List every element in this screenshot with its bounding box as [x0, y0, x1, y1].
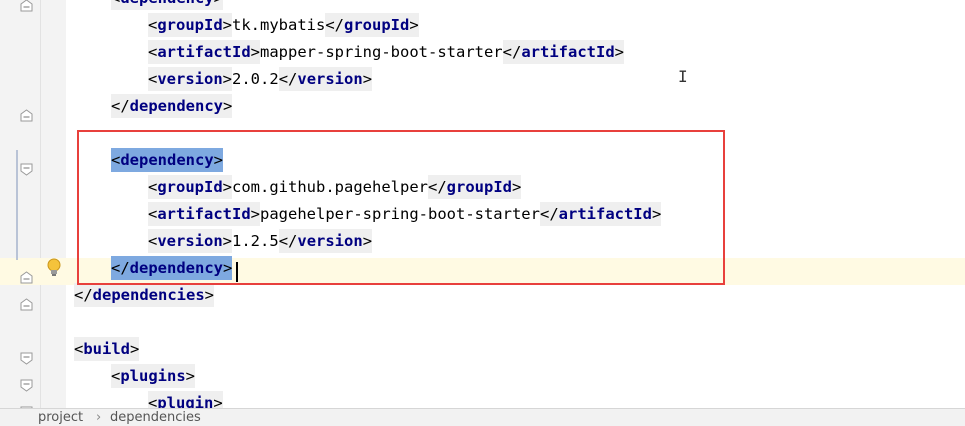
breadcrumb: project › dependencies: [0, 408, 965, 426]
xml-bracket: >: [130, 336, 140, 361]
code-line[interactable]: </dependency>: [111, 92, 233, 119]
xml-bracket: >: [185, 363, 196, 388]
xml-bracket: </: [74, 282, 93, 307]
xml-tag-name: dependency: [120, 0, 214, 10]
xml-bracket: <: [111, 0, 121, 10]
xml-bracket: >: [223, 93, 233, 118]
xml-bracket: <: [74, 336, 84, 361]
fold-icon[interactable]: [20, 163, 33, 176]
xml-bracket: >: [250, 39, 261, 64]
gutter-divider: [40, 0, 41, 408]
xml-text: tk.mybatis: [232, 15, 326, 34]
text-cursor-icon: I: [678, 67, 688, 86]
fold-icon[interactable]: [20, 0, 33, 12]
xml-tag-name: groupId: [344, 12, 410, 37]
change-marker[interactable]: [16, 150, 18, 260]
xml-bracket: </: [278, 66, 298, 91]
xml-bracket: >: [409, 12, 419, 37]
breadcrumb-item-dependencies[interactable]: dependencies: [110, 409, 201, 426]
xml-bracket: <: [111, 363, 121, 388]
xml-tag-name: artifactId: [157, 39, 251, 64]
annotation-box: [77, 130, 725, 285]
xml-tag-name: dependencies: [92, 282, 205, 307]
xml-bracket: >: [213, 0, 224, 10]
lightbulb-icon[interactable]: [46, 257, 62, 277]
xml-bracket: >: [362, 66, 373, 91]
code-line[interactable]: <version>2.0.2</version>: [148, 65, 373, 92]
editor-gutter: [0, 0, 66, 408]
xml-bracket: <: [148, 12, 158, 37]
code-line[interactable]: <groupId>tk.mybatis</groupId>: [148, 11, 419, 38]
xml-bracket: >: [222, 66, 233, 91]
fold-icon[interactable]: [20, 271, 33, 284]
xml-tag-name: dependency: [129, 93, 223, 118]
xml-bracket: </: [502, 39, 522, 64]
code-line[interactable]: <build>: [74, 335, 140, 362]
breadcrumb-separator: ›: [96, 410, 102, 425]
xml-bracket: >: [614, 39, 624, 64]
code-line[interactable]: </dependencies>: [74, 281, 214, 308]
xml-tag-name: plugins: [120, 363, 186, 388]
breadcrumb-item-project[interactable]: project: [38, 409, 83, 426]
code-line[interactable]: <plugins>: [111, 362, 196, 389]
xml-text: 2.0.2: [232, 69, 279, 88]
xml-tag-name: version: [297, 66, 363, 91]
fold-icon[interactable]: [20, 298, 33, 311]
xml-tag-name: version: [157, 66, 223, 91]
code-line[interactable]: <artifactId>mapper-spring-boot-starter</…: [148, 38, 624, 65]
fold-icon[interactable]: [20, 109, 33, 122]
xml-bracket: >: [222, 12, 233, 37]
xml-bracket: <: [148, 66, 158, 91]
xml-bracket: <: [148, 39, 158, 64]
xml-tag-name: artifactId: [521, 39, 615, 64]
fold-icon[interactable]: [20, 352, 33, 365]
xml-bracket: </: [111, 93, 130, 118]
xml-text: mapper-spring-boot-starter: [260, 42, 503, 61]
xml-tag-name: build: [83, 336, 131, 361]
xml-bracket: </: [325, 12, 345, 37]
xml-bracket: >: [204, 282, 214, 307]
xml-tag-name: groupId: [157, 12, 223, 37]
code-line[interactable]: <dependency>: [111, 0, 224, 11]
fold-icon[interactable]: [20, 379, 33, 392]
